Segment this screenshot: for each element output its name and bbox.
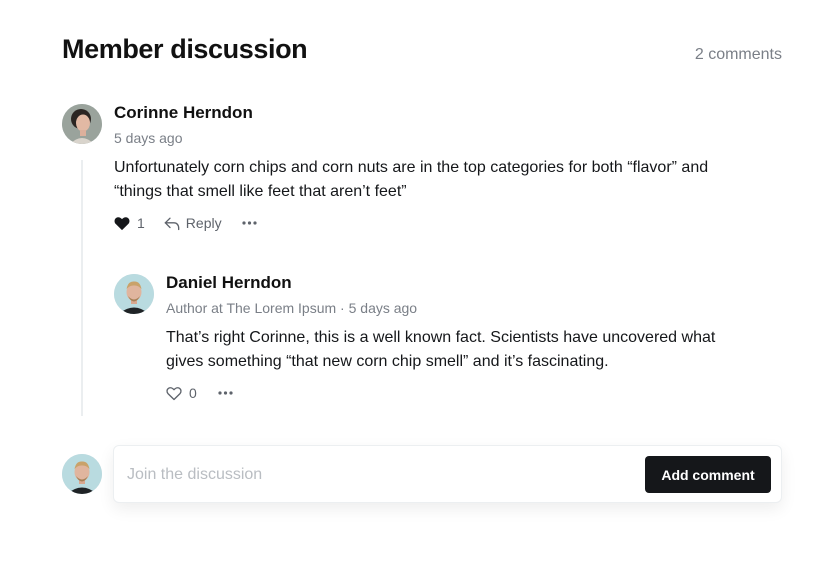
more-button[interactable] bbox=[241, 221, 257, 225]
comment-body: That’s right Corinne, this is a well kno… bbox=[166, 329, 716, 370]
avatar-corinne-image bbox=[62, 104, 102, 144]
like-button[interactable]: 1 bbox=[114, 215, 145, 231]
avatar[interactable] bbox=[114, 274, 154, 314]
comment-composer[interactable]: Join the discussion Add comment bbox=[113, 445, 782, 503]
comment-timestamp: 5 days ago bbox=[114, 130, 183, 146]
more-icon bbox=[241, 221, 257, 225]
comment-input[interactable]: Join the discussion bbox=[127, 466, 262, 484]
comment-actions: 1 Reply bbox=[114, 213, 257, 233]
like-count: 1 bbox=[137, 215, 145, 231]
reply-button[interactable]: Reply bbox=[164, 215, 222, 231]
add-comment-button[interactable]: Add comment bbox=[645, 456, 771, 493]
reply-label: Reply bbox=[185, 215, 222, 231]
comment-actions: 0 bbox=[166, 383, 233, 403]
like-button[interactable]: 0 bbox=[166, 385, 197, 401]
like-count: 0 bbox=[189, 385, 197, 401]
avatar-current-user-image bbox=[62, 454, 102, 494]
avatar[interactable] bbox=[62, 104, 102, 144]
more-button[interactable] bbox=[218, 391, 233, 395]
current-user-avatar bbox=[62, 454, 102, 494]
reply-icon bbox=[164, 216, 180, 231]
page-title: Member discussion bbox=[62, 34, 308, 64]
avatar-daniel-image bbox=[114, 274, 154, 314]
heart-outline-icon bbox=[166, 386, 182, 401]
heart-filled-icon bbox=[114, 216, 130, 231]
comment-author-name[interactable]: Corinne Herndon bbox=[114, 103, 253, 123]
discussion-header: Member discussion 2 comments bbox=[62, 34, 782, 74]
thread-line bbox=[81, 160, 83, 416]
more-icon bbox=[218, 391, 233, 395]
comment-count: 2 comments bbox=[694, 46, 782, 63]
comment-body: Unfortunately corn chips and corn nuts a… bbox=[114, 159, 709, 200]
comment-author-name[interactable]: Daniel Herndon bbox=[166, 273, 292, 293]
comment-author-meta: Author at The Lorem Ipsum · 5 days ago bbox=[166, 300, 418, 316]
